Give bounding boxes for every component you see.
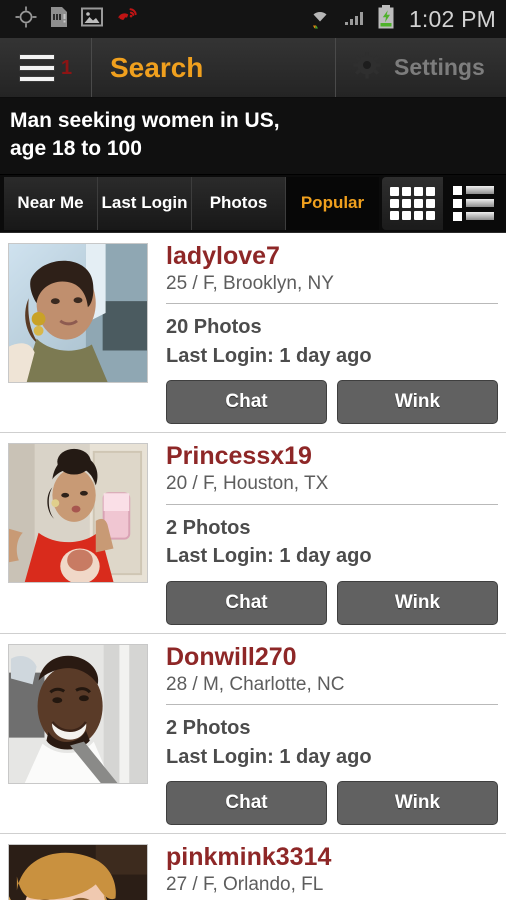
result-info: pinkmink3314 27 / F, Orlando, FL 5 Photo… bbox=[150, 840, 498, 900]
grid-view-button[interactable] bbox=[382, 176, 443, 230]
result-info: ladylove7 25 / F, Brooklyn, NY 20 Photos… bbox=[150, 239, 498, 432]
result-info: Princessx19 20 / F, Houston, TX 2 Photos… bbox=[150, 439, 498, 632]
profile-username[interactable]: Princessx19 bbox=[166, 443, 498, 470]
divider bbox=[166, 704, 498, 706]
menu-notification-badge: 1 bbox=[60, 56, 73, 79]
cell-signal-icon bbox=[342, 5, 368, 34]
profile-photo-container[interactable] bbox=[8, 439, 150, 632]
hamburger-menu-icon bbox=[18, 53, 55, 82]
profile-username[interactable]: Donwill270 bbox=[166, 644, 498, 671]
profile-photo-donwill270[interactable] bbox=[8, 643, 148, 784]
menu-button[interactable]: 1 bbox=[0, 38, 92, 97]
last-login: Last Login: 1 day ago bbox=[166, 344, 372, 367]
tab-near-me[interactable]: Near Me bbox=[4, 176, 98, 230]
result-row[interactable]: Donwill270 28 / M, Charlotte, NC 2 Photo… bbox=[0, 634, 506, 835]
search-results-list[interactable]: ladylove7 25 / F, Brooklyn, NY 20 Photos… bbox=[0, 232, 506, 900]
status-bar-left-icons bbox=[14, 5, 140, 34]
profile-username[interactable]: pinkmink3314 bbox=[166, 844, 498, 871]
battery-charging-icon bbox=[377, 4, 395, 35]
clock: 1:02 PM bbox=[408, 5, 496, 32]
gear-icon bbox=[352, 50, 382, 85]
app-screen: 1:02 PM 1 Search Settings Man seeking wo… bbox=[0, 0, 506, 900]
status-bar: 1:02 PM bbox=[0, 0, 506, 38]
list-view-icon bbox=[453, 185, 494, 221]
missed-call-icon bbox=[114, 5, 140, 34]
wink-button[interactable]: Wink bbox=[337, 380, 498, 425]
tab-photos[interactable]: Photos bbox=[192, 176, 286, 230]
tab-last-login[interactable]: Last Login bbox=[98, 176, 192, 230]
divider bbox=[166, 503, 498, 505]
gps-icon bbox=[14, 5, 38, 34]
grid-view-icon bbox=[390, 186, 435, 220]
profile-meta: 28 / M, Charlotte, NC bbox=[166, 673, 345, 695]
profile-photo-container[interactable] bbox=[8, 840, 150, 900]
last-login: Last Login: 1 day ago bbox=[166, 745, 372, 768]
page-title: Search bbox=[92, 38, 336, 97]
profile-photo-pinkmink3314[interactable] bbox=[8, 844, 148, 900]
profile-meta: 20 / F, Houston, TX bbox=[166, 473, 329, 495]
action-buttons: Chat Wink bbox=[166, 781, 498, 826]
wifi-icon bbox=[307, 4, 333, 35]
chat-button[interactable]: Chat bbox=[166, 580, 327, 625]
action-buttons: Chat Wink bbox=[166, 380, 498, 425]
profile-username[interactable]: ladylove7 bbox=[166, 243, 498, 270]
result-row[interactable]: ladylove7 25 / F, Brooklyn, NY 20 Photos… bbox=[0, 233, 506, 434]
view-toggle-group bbox=[382, 176, 504, 230]
last-login: Last Login: 1 day ago bbox=[166, 545, 372, 568]
criteria-line-1: Man seeking women in US, bbox=[10, 109, 280, 132]
divider bbox=[166, 303, 498, 305]
gallery-image-icon bbox=[80, 5, 104, 34]
settings-label: Settings bbox=[394, 54, 485, 80]
profile-meta: 27 / F, Orlando, FL bbox=[166, 874, 324, 896]
criteria-line-2: age 18 to 100 bbox=[10, 136, 142, 160]
sd-card-icon bbox=[48, 5, 70, 34]
profile-photo-princessx19[interactable] bbox=[8, 443, 148, 584]
result-row[interactable]: pinkmink3314 27 / F, Orlando, FL 5 Photo… bbox=[0, 834, 506, 900]
photo-count: 2 Photos bbox=[166, 717, 251, 740]
result-row[interactable]: Princessx19 20 / F, Houston, TX 2 Photos… bbox=[0, 433, 506, 634]
list-view-button[interactable] bbox=[443, 176, 504, 230]
profile-meta: 25 / F, Brooklyn, NY bbox=[166, 272, 334, 294]
tab-popular[interactable]: Popular bbox=[286, 176, 379, 230]
profile-photo-container[interactable] bbox=[8, 239, 150, 432]
chat-button[interactable]: Chat bbox=[166, 781, 327, 826]
profile-photo-container[interactable] bbox=[8, 640, 150, 833]
chat-button[interactable]: Chat bbox=[166, 380, 327, 425]
wink-button[interactable]: Wink bbox=[337, 580, 498, 625]
profile-photo-ladylove7[interactable] bbox=[8, 242, 148, 383]
status-bar-right-icons: 1:02 PM bbox=[307, 4, 496, 35]
photo-count: 20 Photos bbox=[166, 316, 262, 339]
search-criteria-banner[interactable]: Man seeking women in US, age 18 to 100 bbox=[0, 98, 506, 175]
action-buttons: Chat Wink bbox=[166, 580, 498, 625]
sort-tab-bar: Near Me Last Login Photos Popular bbox=[0, 174, 506, 233]
wink-button[interactable]: Wink bbox=[337, 781, 498, 826]
result-info: Donwill270 28 / M, Charlotte, NC 2 Photo… bbox=[150, 640, 498, 833]
settings-button[interactable]: Settings bbox=[336, 38, 506, 97]
photo-count: 2 Photos bbox=[166, 516, 251, 539]
action-bar: 1 Search Settings bbox=[0, 38, 506, 98]
